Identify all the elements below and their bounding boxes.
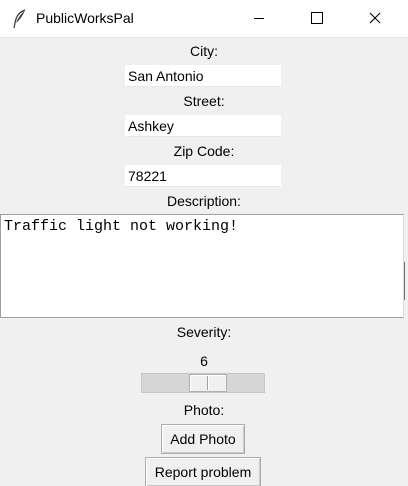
app-window: PublicWorksPal City: Street: Zip Code: D…	[0, 0, 408, 486]
title-bar[interactable]: PublicWorksPal	[0, 0, 408, 38]
maximize-icon	[311, 11, 323, 27]
close-icon	[369, 11, 381, 27]
feather-icon	[12, 9, 28, 29]
severity-slider-handle[interactable]	[189, 374, 227, 392]
slider-grip	[207, 376, 209, 390]
window-title: PublicWorksPal	[36, 10, 134, 26]
description-textarea[interactable]: Traffic light not working!	[0, 214, 404, 318]
zip-code-input[interactable]	[125, 165, 281, 187]
maximize-button[interactable]	[294, 0, 340, 38]
city-label: City:	[190, 43, 218, 59]
street-input[interactable]	[125, 115, 281, 137]
report-problem-button[interactable]: Report problem	[145, 457, 261, 486]
close-button[interactable]	[352, 0, 398, 38]
street-label: Street:	[183, 93, 225, 109]
minimize-icon	[253, 11, 265, 27]
minimize-button[interactable]	[236, 0, 282, 38]
add-photo-button[interactable]: Add Photo	[161, 424, 245, 454]
zip-code-label: Zip Code:	[173, 143, 235, 159]
city-input[interactable]	[125, 65, 281, 87]
severity-value: 6	[200, 353, 208, 369]
description-label: Description:	[167, 193, 241, 209]
photo-label: Photo:	[183, 402, 225, 418]
textarea-edge	[404, 262, 408, 300]
severity-label: Severity:	[176, 324, 232, 340]
